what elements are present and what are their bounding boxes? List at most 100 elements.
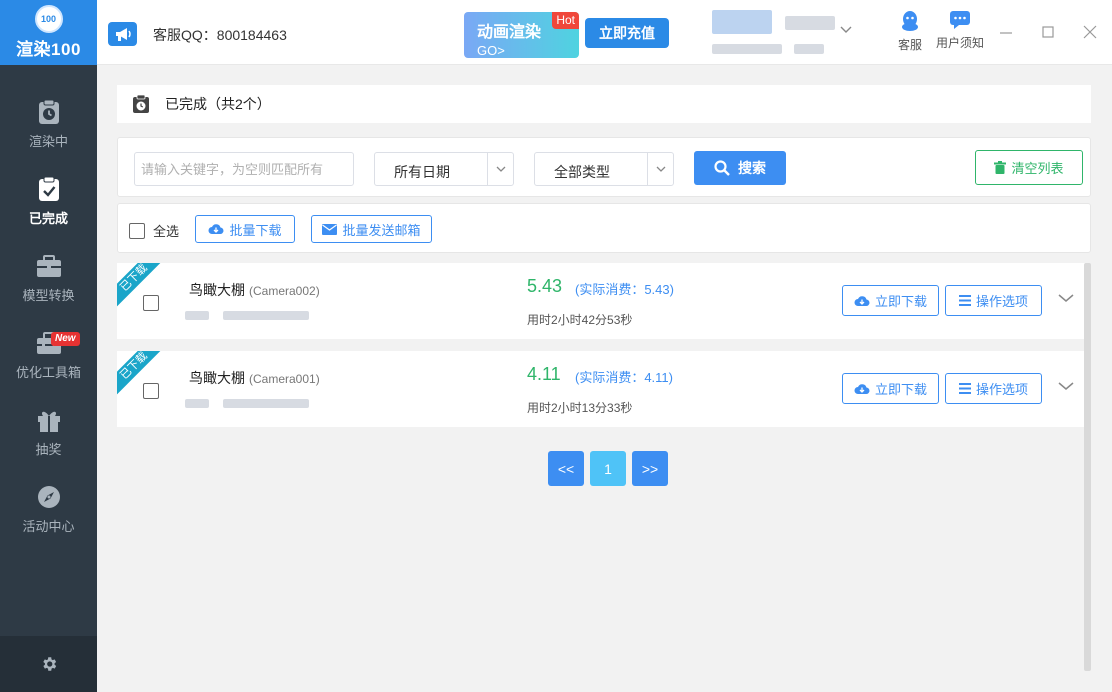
chevron-down-icon[interactable]: [839, 22, 853, 39]
promo-go: GO>: [477, 43, 505, 58]
username-redacted[interactable]: [712, 10, 772, 34]
clear-list-label: 清空列表: [1011, 161, 1064, 176]
download-now-button[interactable]: 立即下载: [842, 285, 939, 316]
settings-button[interactable]: [0, 636, 97, 692]
search-input[interactable]: [134, 152, 354, 186]
task-price: 5.43: [527, 276, 563, 296]
download-now-label: 立即下载: [874, 382, 927, 397]
date-select[interactable]: 所有日期: [374, 152, 514, 186]
prev-page-button[interactable]: <<: [548, 451, 584, 486]
sidebar-item-completed[interactable]: 已完成: [0, 163, 97, 239]
date-select-value: 所有日期: [394, 164, 450, 180]
options-button[interactable]: 操作选项: [945, 373, 1042, 404]
sidebar-item-rendering[interactable]: 渲染中: [0, 86, 97, 162]
megaphone-icon: [115, 28, 131, 41]
task-actual-cost: (实际消费：4.11): [575, 370, 673, 385]
filter-bar: 所有日期 全部类型 搜索 清空列表: [117, 137, 1091, 197]
sidebar-item-model-convert[interactable]: 模型转换: [0, 240, 97, 316]
type-select-value: 全部类型: [554, 164, 610, 180]
chevron-down-icon[interactable]: [1057, 379, 1075, 396]
options-label: 操作选项: [975, 382, 1028, 397]
top-header: 客服QQ：800184463 动画渲染 GO> Hot 立即充值 客服 用户须知: [97, 0, 1112, 65]
menu-icon: [958, 295, 971, 306]
compass-icon: [36, 484, 62, 510]
task-path-redacted: [223, 399, 309, 408]
menu-icon: [958, 383, 971, 394]
cloud-download-icon: [854, 383, 870, 394]
list-item: 已下载 鸟瞰大棚 (Camera002) 5.43 (实际消费：5.43) 用时2…: [117, 263, 1085, 339]
sidebar-item-label: 渲染中: [28, 133, 68, 149]
task-camera: (Camera002): [249, 284, 320, 298]
page-1-button[interactable]: 1: [590, 451, 626, 486]
trash-icon: [994, 161, 1007, 174]
task-checkbox[interactable]: [143, 295, 159, 311]
user-info-redacted: [785, 16, 835, 30]
hot-badge: Hot: [552, 12, 579, 29]
download-now-label: 立即下载: [874, 294, 927, 309]
maximize-button[interactable]: [1038, 22, 1058, 42]
task-info-redacted: [185, 399, 209, 408]
user-notice-button[interactable]: 用户须知: [935, 10, 985, 56]
chevron-down-icon: [487, 153, 513, 185]
gear-icon: [42, 657, 56, 671]
chat-bubble-icon: [950, 11, 970, 29]
announcement-button[interactable]: [108, 22, 137, 46]
mail-icon: [322, 223, 338, 235]
logo-badge: 100: [34, 5, 63, 33]
task-path-redacted: [223, 311, 309, 320]
minimize-icon: [1000, 32, 1012, 34]
account-redacted: [712, 44, 782, 54]
sidebar-item-label: 抽奖: [35, 441, 62, 457]
batch-email-label: 批量发送邮箱: [342, 222, 421, 238]
animation-render-promo[interactable]: 动画渲染 GO> Hot: [464, 12, 579, 58]
page-title: 已完成（共2个）: [165, 96, 271, 112]
task-name: 鸟瞰大棚 (Camera001): [189, 368, 320, 388]
chevron-down-icon: [647, 153, 673, 185]
minimize-button[interactable]: [996, 22, 1016, 42]
clipboard-clock-icon: [133, 95, 149, 113]
next-page-button[interactable]: >>: [632, 451, 668, 486]
cloud-download-icon: [208, 224, 224, 235]
sidebar-item-activity[interactable]: 活动中心: [0, 471, 97, 547]
task-name: 鸟瞰大棚 (Camera002): [189, 280, 320, 300]
user-notice-label: 用户须知: [935, 36, 984, 50]
maximize-icon: [1042, 26, 1054, 38]
task-title: 鸟瞰大棚: [189, 370, 245, 386]
sidebar-item-label: 优化工具箱: [15, 364, 81, 380]
task-actual-cost: (实际消费：5.43): [575, 282, 674, 297]
task-price: 4.11: [527, 364, 561, 384]
clear-list-button[interactable]: 清空列表: [975, 150, 1083, 185]
options-label: 操作选项: [975, 294, 1028, 309]
chevron-down-icon[interactable]: [1057, 291, 1075, 308]
select-all[interactable]: 全选: [129, 221, 179, 240]
main-content: 已完成（共2个） 所有日期 全部类型 搜索 清空列表 全选 批量下载: [97, 65, 1112, 692]
task-title: 鸟瞰大棚: [189, 282, 245, 298]
download-now-button[interactable]: 立即下载: [842, 373, 939, 404]
customer-service-button[interactable]: 客服: [885, 10, 935, 56]
task-checkbox[interactable]: [143, 383, 159, 399]
recharge-button[interactable]: 立即充值: [585, 18, 669, 48]
batch-email-button[interactable]: 批量发送邮箱: [311, 215, 432, 243]
type-select[interactable]: 全部类型: [534, 152, 674, 186]
sidebar-item-label: 模型转换: [22, 287, 75, 303]
options-button[interactable]: 操作选项: [945, 285, 1042, 316]
list-scrollbar[interactable]: [1084, 263, 1091, 671]
sidebar-item-label: 活动中心: [22, 518, 75, 534]
batch-download-button[interactable]: 批量下载: [195, 215, 295, 243]
sidebar-item-lottery[interactable]: 抽奖: [0, 394, 97, 470]
gift-icon: [36, 407, 62, 433]
cloud-download-icon: [854, 295, 870, 306]
close-button[interactable]: [1080, 22, 1100, 42]
clipboard-check-icon: [36, 176, 62, 202]
logo-text: 渲染100: [16, 40, 81, 59]
sidebar-item-label: 已完成: [28, 210, 68, 226]
select-all-checkbox[interactable]: [129, 222, 145, 239]
task-info-redacted: [185, 311, 209, 320]
task-duration: 用时2小时13分33秒: [527, 401, 633, 415]
new-badge: New: [51, 332, 80, 346]
search-button[interactable]: 搜索: [694, 151, 786, 185]
sidebar: 100 渲染100 渲染中 已完成 模型转换 优化工具箱 New 抽奖 活动中心: [0, 0, 97, 692]
task-duration: 用时2小时42分53秒: [527, 313, 633, 327]
sidebar-item-toolbox[interactable]: 优化工具箱: [0, 317, 97, 393]
task-camera: (Camera001): [249, 372, 320, 386]
